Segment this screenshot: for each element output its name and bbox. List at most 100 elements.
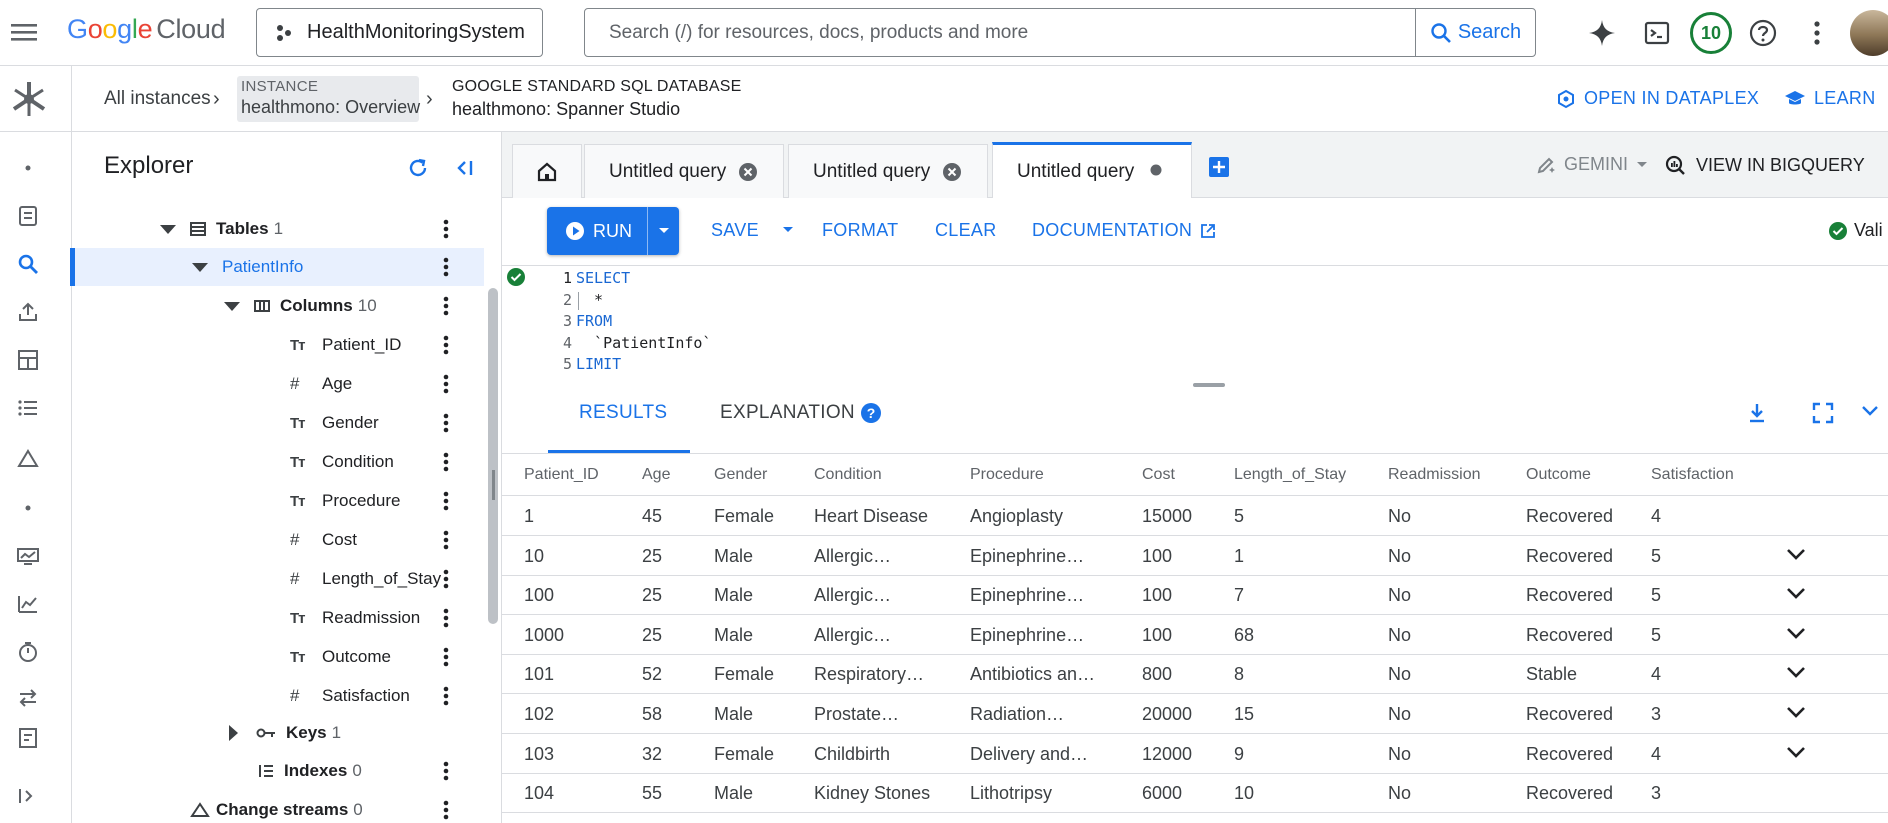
column-header[interactable]: Readmission (1388, 466, 1480, 484)
tab-explanation[interactable]: EXPLANATION (720, 402, 855, 424)
column-header[interactable]: Age (642, 466, 670, 484)
project-picker[interactable]: HealthMonitoringSystem (256, 8, 543, 57)
collapse-results-icon[interactable] (1860, 404, 1880, 418)
run-options-dropdown[interactable] (647, 207, 679, 255)
breadcrumb-all-instances[interactable]: All instances (104, 88, 211, 110)
close-tab-icon[interactable] (737, 161, 759, 183)
more-vert-icon[interactable] (438, 529, 454, 551)
main-menu-icon[interactable] (8, 16, 40, 48)
table-row[interactable]: 100 25 Male Allergic… Epinephrine… 100 7 No Reco… (502, 575, 1888, 616)
editor-resize-handle[interactable] (1193, 383, 1225, 387)
more-vert-icon[interactable] (438, 218, 454, 240)
column-header[interactable]: Cost (1142, 466, 1175, 484)
expand-row-icon[interactable] (1785, 585, 1809, 605)
nav-insights-icon[interactable] (14, 590, 42, 618)
tree-column[interactable]: # Satisfaction (72, 677, 484, 715)
more-vert-icon[interactable] (438, 412, 454, 434)
gemini-spark-icon[interactable] (1585, 16, 1619, 50)
view-in-bigquery-button[interactable]: VIEW IN BIGQUERY (1664, 154, 1865, 176)
download-icon[interactable] (1746, 402, 1768, 424)
search-button[interactable]: Search (1415, 9, 1535, 56)
table-row[interactable]: 10 25 Male Allergic… Epinephrine… 100 1 No Recov… (502, 536, 1888, 576)
collapse-panel-icon[interactable] (450, 154, 478, 182)
tab-query-2[interactable]: Untitled query (788, 144, 988, 198)
panel-resize-grip[interactable] (492, 470, 495, 500)
tree-keys[interactable]: Keys 1 (72, 714, 484, 752)
cloud-shell-icon[interactable] (1640, 16, 1674, 50)
more-vert-icon[interactable] (438, 568, 454, 590)
more-vert-icon[interactable] (438, 334, 454, 356)
expand-row-icon[interactable] (1785, 744, 1809, 764)
run-button[interactable]: RUN (547, 207, 679, 255)
fullscreen-icon[interactable] (1812, 402, 1834, 424)
table-row[interactable]: 103 32 Female Childbirth Delivery and… 12000 9… (502, 734, 1888, 774)
column-header[interactable]: Satisfaction (1651, 466, 1734, 484)
more-vert-icon[interactable] (438, 256, 454, 278)
add-tab-icon[interactable] (1208, 156, 1230, 178)
tree-column[interactable]: Tт Condition (72, 443, 484, 481)
tree-column[interactable]: Tт Procedure (72, 482, 484, 520)
refresh-icon[interactable] (404, 154, 432, 182)
tree-column[interactable]: Tт Gender (72, 404, 484, 442)
help-icon[interactable] (1746, 16, 1780, 50)
more-vert-icon[interactable] (438, 607, 454, 629)
more-vert-icon[interactable] (438, 451, 454, 473)
google-cloud-logo[interactable]: Google Cloud (67, 14, 226, 45)
save-dropdown-icon[interactable] (782, 226, 794, 234)
column-header[interactable]: Length_of_Stay (1234, 466, 1346, 484)
tab-query-3[interactable]: Untitled query (992, 142, 1192, 198)
tree-column[interactable]: Tт Outcome (72, 638, 484, 676)
expand-rail-icon[interactable] (14, 782, 42, 810)
explorer-scrollbar[interactable] (488, 288, 498, 624)
nav-spanner-studio-icon[interactable] (14, 250, 42, 278)
nav-triangle-icon[interactable] (14, 444, 42, 472)
expand-row-icon[interactable] (1785, 546, 1809, 566)
more-vert-icon[interactable] (438, 646, 454, 668)
more-vert-icon[interactable] (1800, 16, 1834, 50)
sql-editor[interactable]: 1 SELECT 2 * 3 FROM 4 `PatientInfo` 5 LIMIT (502, 265, 1888, 379)
breadcrumb-instance[interactable]: INSTANCE healthmono: Overview (237, 76, 420, 122)
tree-column[interactable]: # Cost (72, 521, 484, 559)
more-vert-icon[interactable] (438, 295, 454, 317)
documentation-link[interactable]: DOCUMENTATION (1032, 220, 1216, 241)
column-header[interactable]: Condition (814, 466, 882, 484)
tree-column[interactable]: Tт Readmission (72, 599, 484, 637)
open-in-dataplex-button[interactable]: OPEN IN DATAPLEX (1556, 88, 1759, 109)
expand-row-icon[interactable] (1785, 664, 1809, 684)
tree-change-streams[interactable]: Change streams 0 (72, 791, 484, 823)
column-header[interactable]: Procedure (970, 466, 1044, 484)
column-header[interactable]: Gender (714, 466, 767, 484)
more-vert-icon[interactable] (438, 373, 454, 395)
search-input[interactable] (585, 9, 1415, 56)
table-row[interactable]: 104 55 Male Kidney Stones Lithotripsy 6000 10 N… (502, 773, 1888, 814)
help-circle-icon[interactable]: ? (860, 402, 882, 424)
expand-row-icon[interactable] (1785, 704, 1809, 724)
tab-home[interactable] (512, 144, 582, 198)
tree-column[interactable]: # Length_of_Stay (72, 560, 484, 598)
column-header[interactable]: Outcome (1526, 466, 1591, 484)
tree-tables[interactable]: Tables 1 (72, 210, 484, 248)
notifications-badge[interactable]: 10 (1690, 12, 1732, 54)
nav-swap-icon[interactable] (14, 684, 42, 712)
tab-results[interactable]: RESULTS (579, 402, 667, 424)
expand-row-icon[interactable] (1785, 625, 1809, 645)
more-vert-icon[interactable] (438, 685, 454, 707)
nav-import-export-icon[interactable] (14, 298, 42, 326)
tree-column[interactable]: # Age (72, 365, 484, 403)
tree-columns[interactable]: Columns 10 (72, 287, 484, 325)
table-row[interactable]: 102 58 Male Prostate… Radiation… 20000 15 No Rec… (502, 694, 1888, 734)
nav-timer-icon[interactable] (14, 638, 42, 666)
nav-monitor-icon[interactable] (14, 542, 42, 570)
close-tab-icon[interactable] (941, 161, 963, 183)
spanner-product-icon[interactable] (8, 78, 50, 120)
tab-query-1[interactable]: Untitled query (584, 144, 784, 198)
table-row[interactable]: 101 52 Female Respiratory… Antibiotics an… 80… (502, 654, 1888, 695)
table-row[interactable]: 1 45 Female Heart Disease Angioplasty 15000 5 N… (502, 496, 1888, 536)
tree-column[interactable]: Tт Patient_ID (72, 326, 484, 364)
gemini-dropdown[interactable]: GEMINI (1536, 154, 1648, 175)
nav-list-icon[interactable] (14, 394, 42, 422)
more-vert-icon[interactable] (438, 760, 454, 782)
account-avatar[interactable] (1850, 10, 1888, 56)
clear-button[interactable]: CLEAR (935, 220, 997, 241)
nav-overview-icon[interactable] (14, 202, 42, 230)
